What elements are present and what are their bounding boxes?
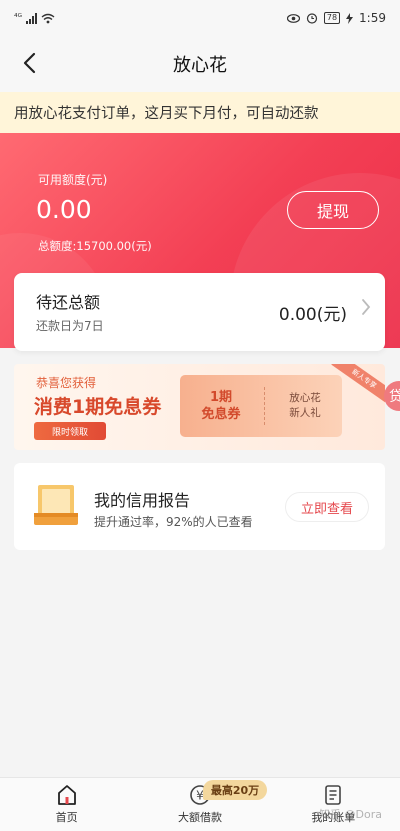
loan-limit-badge: 最高20万 — [203, 780, 267, 800]
available-limit-amount: 0.00 — [36, 195, 92, 224]
charging-icon — [346, 12, 354, 24]
back-button[interactable] — [14, 48, 44, 78]
network-type: ⁴ᴳ — [14, 13, 22, 23]
coupon-card: 1期 免息券 放心花 新人礼 — [180, 375, 342, 437]
battery-icon: 78 — [323, 12, 341, 24]
coupon-period: 1期 — [209, 390, 233, 405]
page-title: 放心花 — [173, 55, 227, 76]
chevron-right-icon — [361, 297, 371, 322]
bill-icon — [325, 785, 342, 805]
report-folder-icon — [34, 485, 78, 525]
coupon-divider — [264, 387, 265, 425]
clock-time: 1:59 — [359, 11, 386, 25]
credit-report-subtitle: 提升通过率，92%的人已查看 — [94, 515, 253, 529]
home-icon — [57, 785, 76, 805]
status-left: ⁴ᴳ — [14, 12, 55, 24]
repay-total-amount: 0.00(元) — [278, 305, 347, 325]
notice-banner: 用放心花支付订单，这月买下月付，可自动还款 — [0, 92, 400, 133]
promo-banner[interactable]: 恭喜您获得 消费1期免息券 限时领取 1期 免息券 放心花 新人礼 新人专享 — [14, 364, 385, 450]
promo-claim-button[interactable]: 限时领取 — [34, 422, 106, 440]
signal-icon — [26, 12, 37, 24]
coupon-left: 1期 免息券 — [180, 375, 262, 437]
chevron-left-icon — [23, 52, 36, 74]
eye-icon — [286, 13, 300, 23]
nav-bar: 放心花 — [0, 36, 400, 92]
credit-report-card[interactable]: 我的信用报告 提升通过率，92%的人已查看 立即查看 — [14, 463, 385, 550]
wifi-icon — [41, 13, 55, 23]
watermark-text: 知乎 @Dora — [319, 808, 382, 821]
promo-congrats: 恭喜您获得 — [36, 376, 97, 390]
side-float-badge[interactable]: 贷 — [384, 381, 400, 411]
coupon-brand: 放心花 — [289, 392, 321, 404]
repay-total-label: 待还总额 — [36, 293, 101, 312]
available-limit-label: 可用额度(元) — [38, 173, 108, 187]
credit-report-title: 我的信用报告 — [94, 491, 191, 510]
withdraw-button[interactable]: 提现 — [287, 191, 379, 229]
notice-text: 用放心花支付订单，这月买下月付，可自动还款 — [14, 106, 319, 122]
total-limit: 总额度:15700.00(元) — [38, 239, 152, 253]
tab-label: 大额借款 — [177, 811, 222, 824]
status-right: 78 1:59 — [286, 11, 386, 25]
coupon-gift: 新人礼 — [289, 407, 321, 419]
alarm-icon — [306, 13, 317, 24]
tab-label: 首页 — [55, 811, 78, 824]
bottom-tab-bar: 首页 ¥ 大额借款 我的账单 — [0, 777, 400, 831]
tab-home[interactable]: 首页 — [0, 778, 133, 831]
coupon-right: 放心花 新人礼 — [272, 375, 338, 437]
coupon-type: 免息券 — [201, 407, 241, 422]
tab-my-bill[interactable]: 我的账单 — [267, 778, 400, 831]
repayment-card[interactable]: 待还总额 还款日为7日 0.00(元) — [14, 273, 385, 351]
repay-due-date: 还款日为7日 — [36, 319, 104, 333]
promo-title: 消费1期免息券 — [34, 396, 162, 418]
view-now-button[interactable]: 立即查看 — [285, 492, 369, 522]
status-bar: ⁴ᴳ 78 1:59 — [0, 0, 400, 36]
